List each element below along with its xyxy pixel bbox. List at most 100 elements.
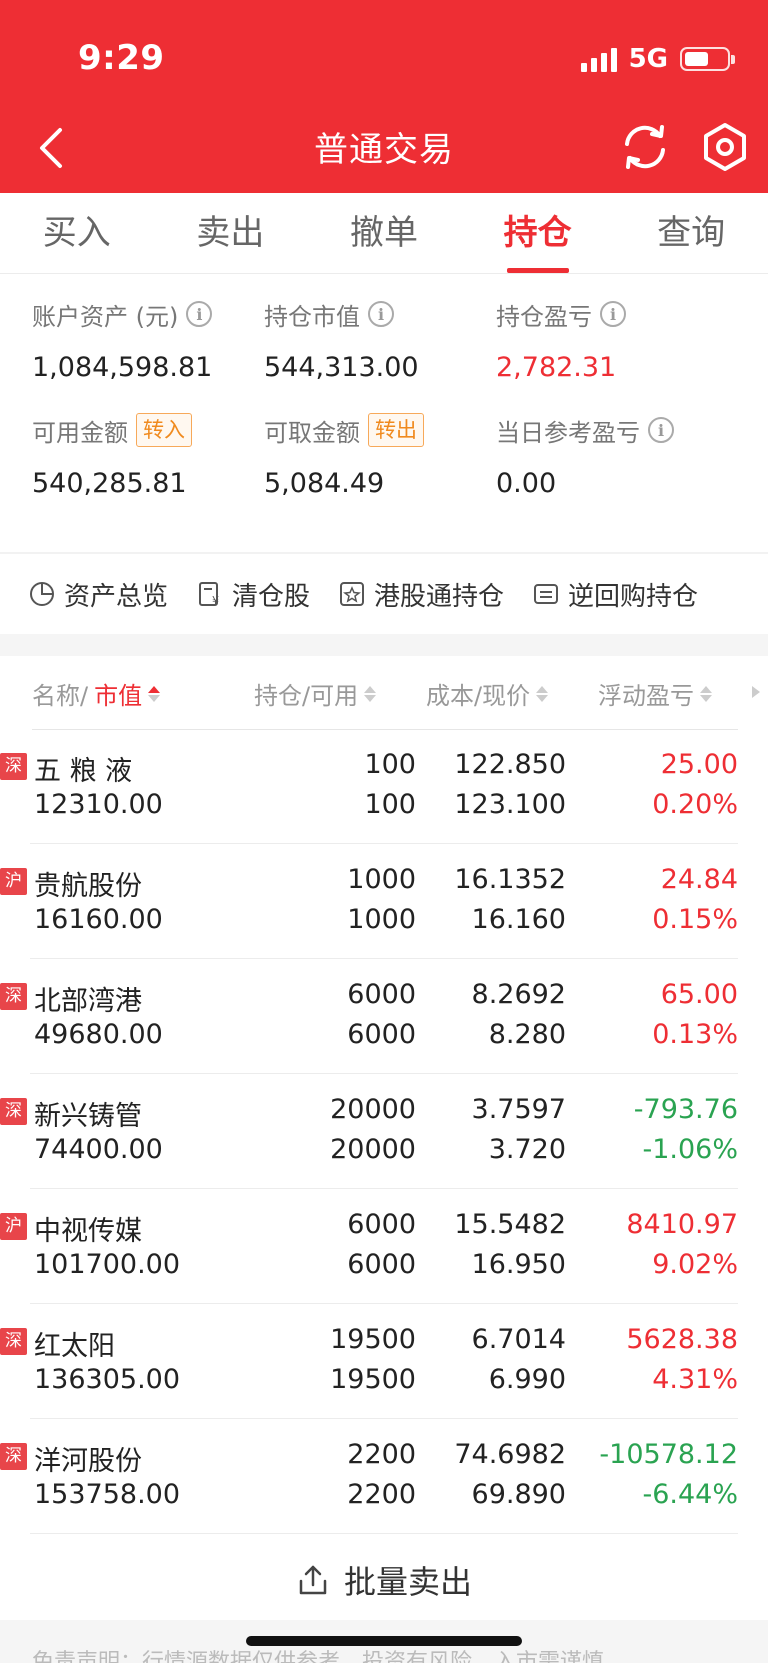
header-name: 名称/ (32, 682, 89, 710)
cost-price: 8.2692 (471, 979, 566, 1010)
table-row[interactable]: 深 北部湾港 6000 8.2692 65.00 49680.00 6000 8… (0, 959, 738, 1074)
market-value: 12310.00 (34, 789, 163, 820)
tab-sell[interactable]: 卖出 (154, 193, 308, 273)
withdrawable-funds-value: 5,084.49 (264, 468, 385, 499)
signal-icon (580, 46, 617, 72)
position-value-label: 持仓市值 (264, 302, 360, 331)
float-pnl-pct: 0.15% (652, 904, 738, 935)
home-indicator[interactable] (246, 1636, 522, 1646)
settings-button[interactable] (698, 120, 752, 174)
hk-connect-label: 港股通持仓 (374, 581, 505, 612)
header-pnl: 浮动盈亏 (598, 682, 694, 710)
available-qty: 6000 (347, 1249, 416, 1280)
pie-chart-icon (30, 582, 54, 606)
info-icon[interactable]: i (600, 301, 626, 327)
market-value: 153758.00 (34, 1479, 181, 1510)
network-type: 5G (628, 44, 668, 74)
refresh-button[interactable] (618, 120, 672, 174)
current-price: 123.100 (454, 789, 566, 820)
sort-icon (536, 685, 549, 702)
position-pnl-label: 持仓盈亏 (496, 302, 592, 331)
stock-name: 贵航股份 (34, 871, 142, 902)
tab-cancel[interactable]: 撤单 (307, 193, 461, 273)
sort-by-quantity[interactable]: 持仓/可用 (254, 676, 377, 711)
available-qty: 100 (364, 789, 416, 820)
available-funds: 可用金额 转入 540,285.81 (32, 410, 192, 499)
account-assets-value: 1,084,598.81 (32, 352, 213, 383)
withdrawable-funds-label: 可取金额 (264, 418, 360, 447)
sort-by-price[interactable]: 成本/现价 (426, 676, 549, 711)
float-pnl-pct: 9.02% (652, 1249, 738, 1280)
reverse-repo-label: 逆回购持仓 (568, 581, 699, 612)
table-row[interactable]: 深 洋河股份 2200 74.6982 -10578.12 153758.00 … (0, 1419, 738, 1534)
stock-name: 洋河股份 (34, 1446, 142, 1477)
tab-positions[interactable]: 持仓 (461, 193, 615, 273)
position-pnl-value: 2,782.31 (496, 352, 617, 383)
table-row[interactable]: 沪 贵航股份 1000 16.1352 24.84 16160.00 1000 … (0, 844, 738, 959)
current-price: 69.890 (471, 1479, 566, 1510)
float-pnl: 8410.97 (626, 1209, 738, 1240)
table-row[interactable]: 深 新兴铸管 20000 3.7597 -793.76 74400.00 200… (0, 1074, 738, 1189)
table-row[interactable]: 深 五 粮 液 100 122.850 25.00 12310.00 100 1… (0, 729, 738, 844)
svg-text:¥: ¥ (212, 594, 219, 607)
header-price: 成本/现价 (426, 682, 531, 710)
current-price: 16.950 (471, 1249, 566, 1280)
current-price: 3.720 (488, 1134, 566, 1165)
positions-list: 深 五 粮 液 100 122.850 25.00 12310.00 100 1… (0, 729, 768, 1534)
float-pnl-pct: 4.31% (652, 1364, 738, 1395)
stock-name: 新兴铸管 (34, 1101, 142, 1132)
current-price: 8.280 (488, 1019, 566, 1050)
hk-connect-icon (340, 582, 365, 606)
info-icon[interactable]: i (648, 417, 674, 443)
market-value: 136305.00 (34, 1364, 181, 1395)
header-quantity: 持仓/可用 (254, 682, 359, 710)
asset-overview-link[interactable]: 资产总览 (28, 576, 168, 613)
sort-icon (700, 685, 712, 702)
cleared-stocks-link[interactable]: ¥ 清仓股 (196, 576, 310, 613)
batch-sell-button[interactable]: 批量卖出 (0, 1540, 768, 1620)
float-pnl-pct: -6.44% (642, 1479, 738, 1510)
reverse-repo-icon (534, 584, 559, 604)
disclaimer-text: 免责声明：行情源数据仅供参考，投资有风险，入市需谨慎 (32, 1650, 605, 1663)
tab-query[interactable]: 查询 (614, 193, 768, 273)
position-pnl: 持仓盈亏 i 2,782.31 (496, 294, 626, 383)
market-badge: 深 (0, 983, 27, 1010)
cleared-stock-icon: ¥ (199, 582, 219, 607)
cost-price: 15.5482 (454, 1209, 566, 1240)
float-pnl: 65.00 (660, 979, 738, 1010)
section-gap (0, 634, 768, 656)
position-qty: 6000 (347, 979, 416, 1010)
available-qty: 1000 (347, 904, 416, 935)
float-pnl-pct: 0.13% (652, 1019, 738, 1050)
stock-name: 五 粮 液 (34, 756, 133, 787)
table-row[interactable]: 深 红太阳 19500 6.7014 5628.38 136305.00 195… (0, 1304, 738, 1419)
cost-price: 74.6982 (454, 1439, 566, 1470)
daily-pnl-value: 0.00 (496, 468, 557, 499)
current-price: 16.160 (471, 904, 566, 935)
market-badge: 沪 (0, 868, 27, 895)
info-icon[interactable]: i (186, 301, 213, 327)
table-row[interactable]: 沪 中视传媒 6000 15.5482 8410.97 101700.00 60… (0, 1189, 738, 1304)
reverse-repo-link[interactable]: 逆回购持仓 (532, 576, 698, 613)
market-badge: 沪 (0, 1213, 27, 1240)
info-icon[interactable]: i (368, 301, 394, 327)
available-funds-value: 540,285.81 (32, 468, 187, 499)
scroll-right-icon[interactable] (752, 686, 760, 698)
available-funds-label: 可用金额 (32, 418, 128, 447)
transfer-in-button[interactable]: 转入 (136, 413, 192, 447)
daily-pnl-label: 当日参考盈亏 (496, 418, 640, 447)
positions-table-header: 名称/市值 持仓/可用 成本/现价 浮动盈亏 (0, 656, 768, 730)
sort-icon (364, 685, 377, 702)
hk-connect-link[interactable]: 港股通持仓 (338, 576, 504, 613)
account-assets-label: 账户资产 (元) (32, 302, 179, 331)
sort-by-name-value[interactable]: 名称/市值 (32, 676, 161, 711)
available-qty: 2200 (347, 1479, 416, 1510)
header-value: 市值 (94, 682, 143, 710)
quick-links: 资产总览 ¥ 清仓股 港股通持仓 逆回购持仓 (0, 554, 768, 634)
market-value: 49680.00 (34, 1019, 163, 1050)
transfer-out-button[interactable]: 转出 (368, 413, 424, 447)
sort-by-pnl[interactable]: 浮动盈亏 (598, 676, 712, 711)
market-badge: 深 (0, 1443, 27, 1470)
tab-buy[interactable]: 买入 (0, 193, 154, 273)
cost-price: 3.7597 (471, 1094, 566, 1125)
